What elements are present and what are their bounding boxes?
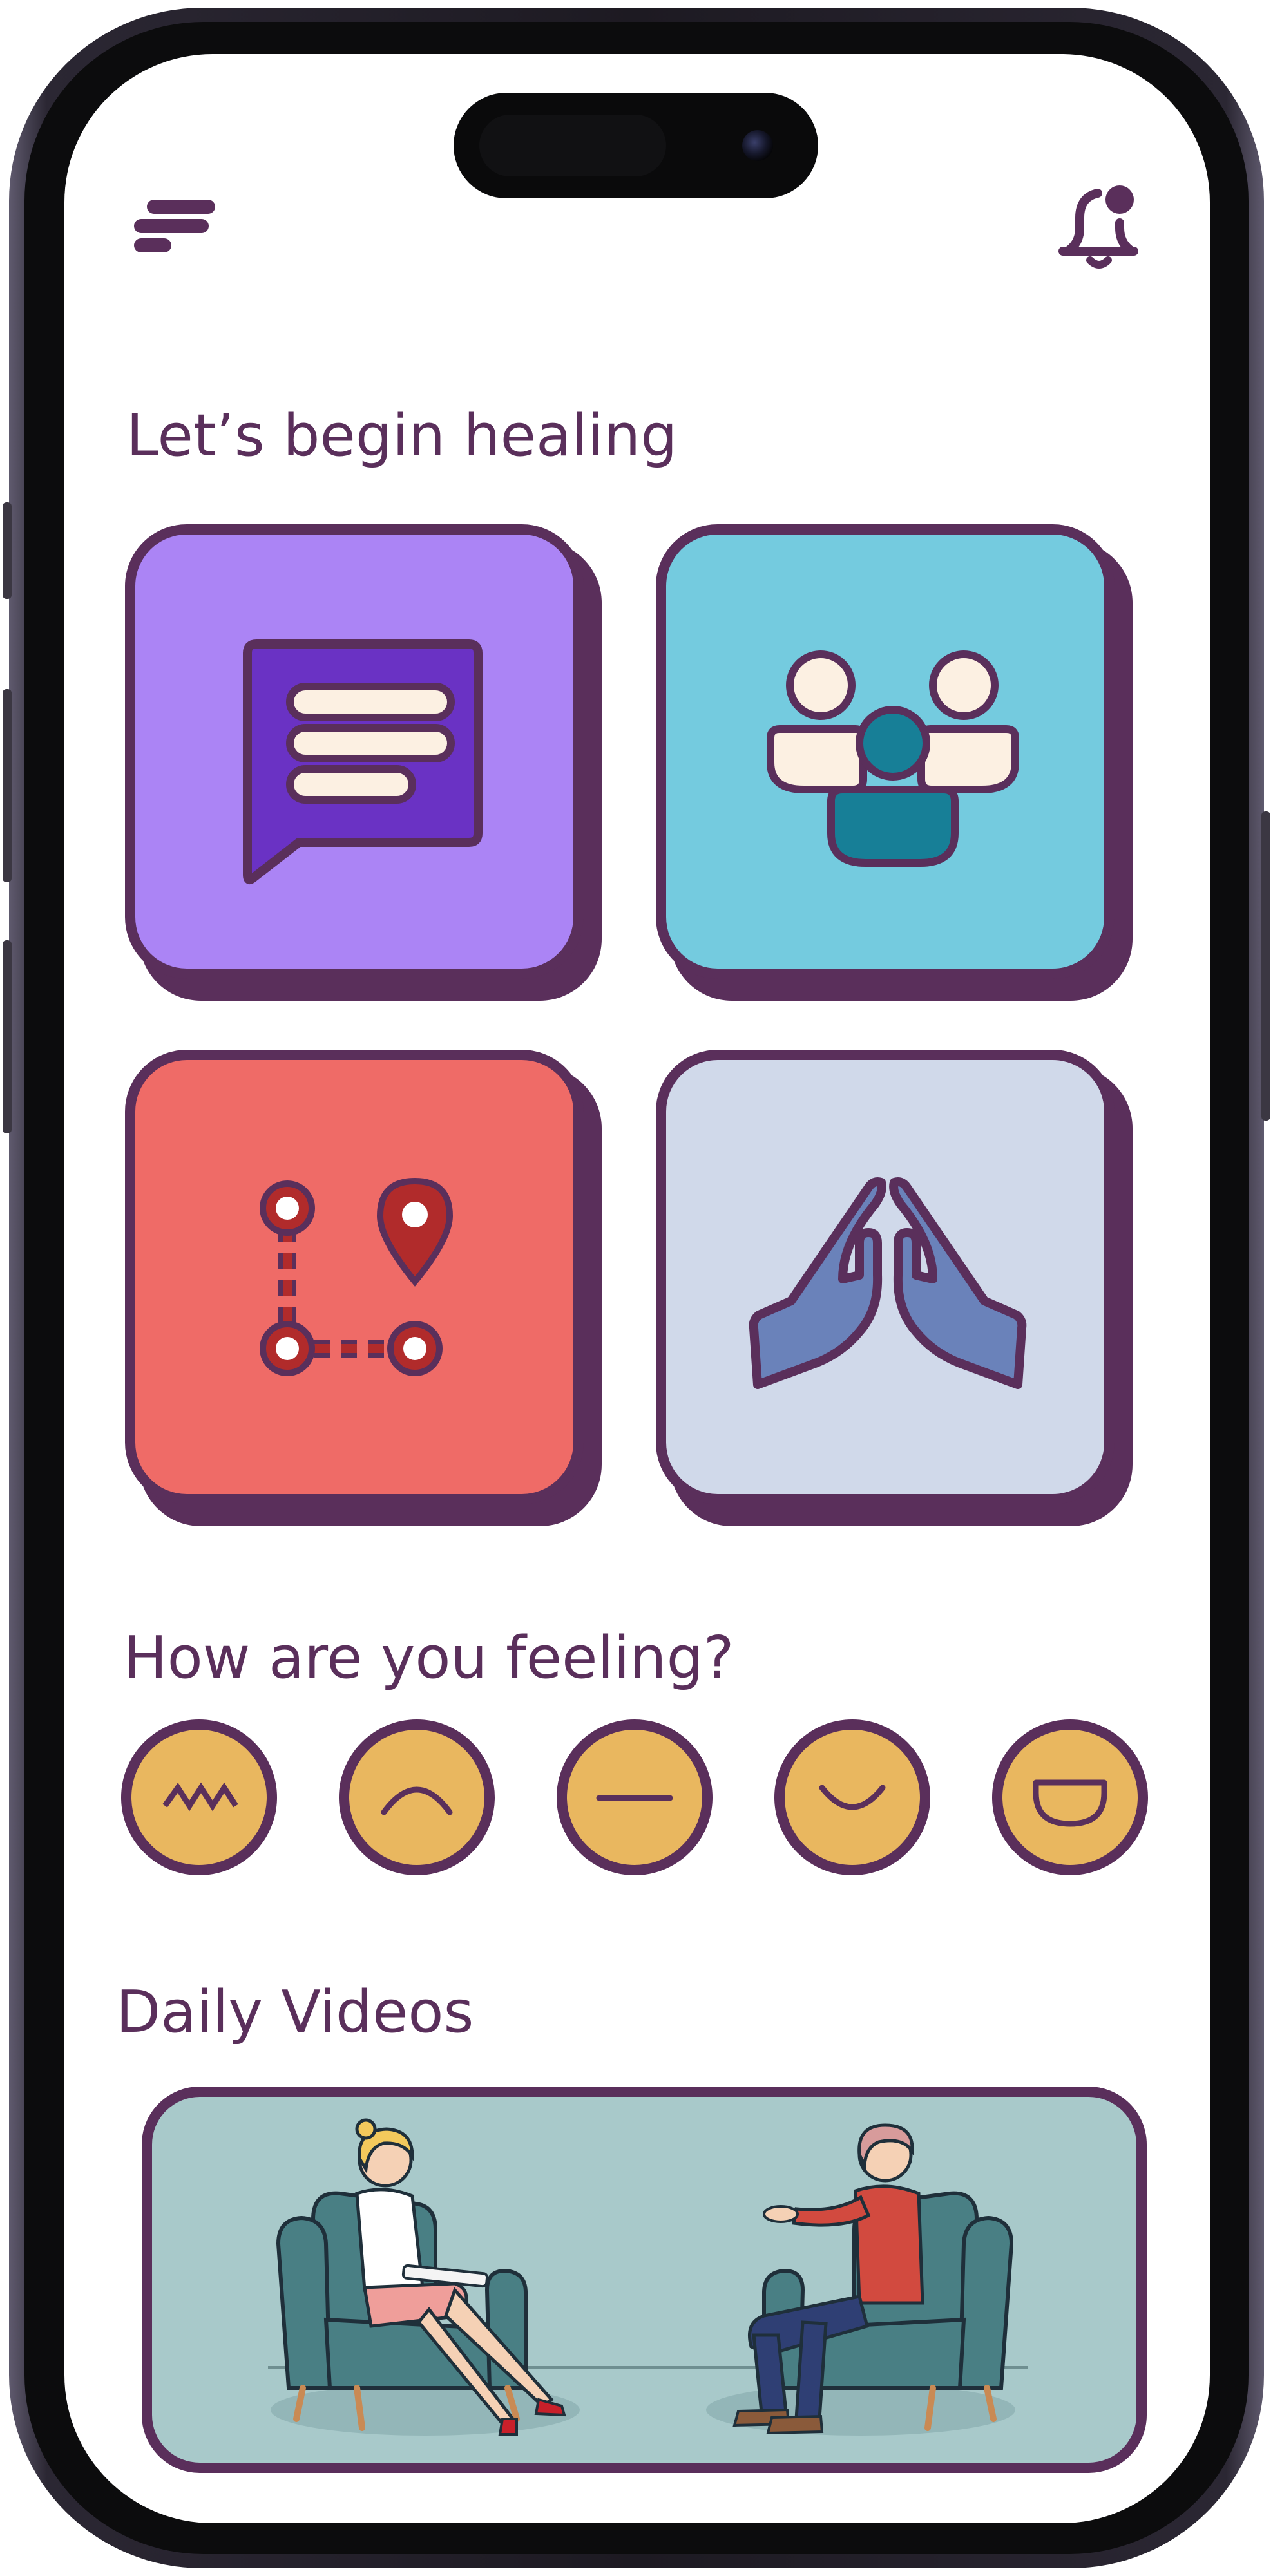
group-community-icon xyxy=(767,650,1019,867)
very-happy-mood-icon xyxy=(1033,1779,1107,1827)
sad-mood-icon xyxy=(381,1786,453,1815)
mood-zigzag-button[interactable] xyxy=(121,1719,277,1875)
neutral-mood-icon xyxy=(596,1795,673,1801)
island-sensor xyxy=(479,115,666,176)
app-screen: Let’s begin healing How are you feeling?… xyxy=(64,54,1210,2523)
route-journey-icon xyxy=(260,1177,454,1376)
mood-sad-button[interactable] xyxy=(339,1719,495,1875)
notification-button[interactable] xyxy=(1057,180,1140,270)
happy-mood-icon xyxy=(819,1785,886,1810)
zigzag-mood-icon xyxy=(162,1782,238,1812)
front-camera xyxy=(742,130,773,161)
side-button-power xyxy=(1261,811,1270,1121)
side-button-volume-up xyxy=(3,689,12,882)
tile-journey[interactable] xyxy=(125,1050,602,1526)
tile-chat[interactable] xyxy=(125,524,602,1001)
side-button-action xyxy=(3,502,12,599)
menu-button[interactable] xyxy=(131,193,222,258)
side-button-volume-down xyxy=(3,940,12,1133)
tile-community[interactable] xyxy=(656,524,1133,1001)
praying-hands-icon xyxy=(749,1177,1027,1389)
daily-video-card[interactable] xyxy=(142,2087,1147,2473)
mood-neutral-button[interactable] xyxy=(557,1719,713,1875)
mood-very-happy-button[interactable] xyxy=(992,1719,1148,1875)
feeling-section-title: How are you feeling? xyxy=(124,1624,734,1692)
menu-lines-icon xyxy=(134,200,215,252)
chat-message-icon xyxy=(243,639,483,884)
bell-notification-icon xyxy=(1058,185,1138,269)
therapy-session-illustration xyxy=(268,2118,1028,2436)
mood-happy-button[interactable] xyxy=(774,1719,930,1875)
tile-prayer[interactable] xyxy=(656,1050,1133,1526)
dynamic-island xyxy=(454,93,818,198)
healing-section-title: Let’s begin healing xyxy=(126,402,678,469)
videos-section-title: Daily Videos xyxy=(116,1978,474,2046)
